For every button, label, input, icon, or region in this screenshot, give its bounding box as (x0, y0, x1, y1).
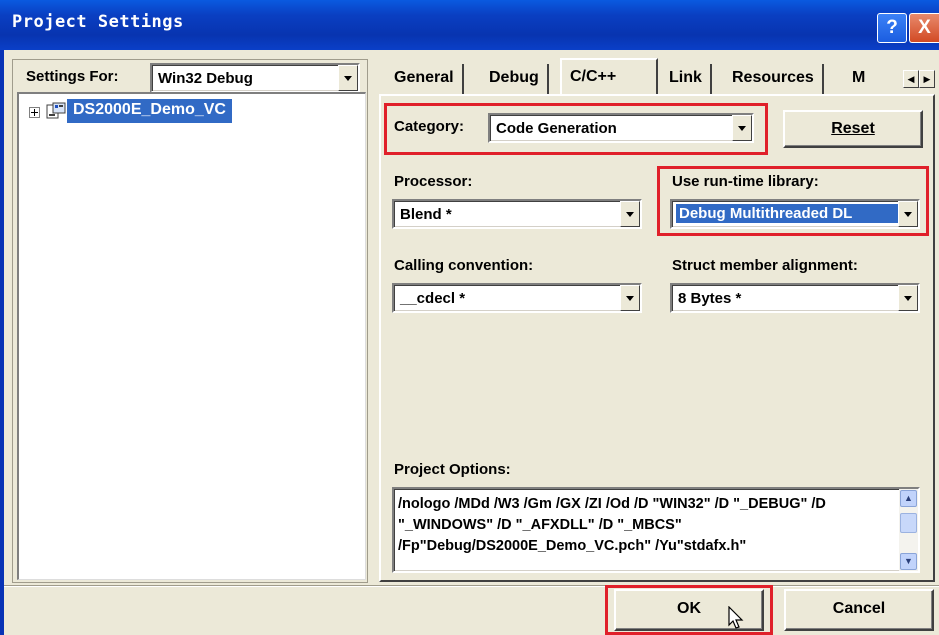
scroll-thumb[interactable] (900, 513, 917, 533)
project-options-text: /nologo /MDd /W3 /Gm /GX /ZI /Od /D "WIN… (398, 496, 830, 554)
tab-more[interactable]: M (848, 64, 876, 96)
tab-c-cpp[interactable]: C/C++ (560, 58, 658, 96)
tab-scroll-right-icon[interactable]: ▶ (919, 70, 935, 88)
calling-convention-value: __cdecl * (400, 290, 466, 307)
mouse-cursor-icon (728, 606, 744, 629)
category-combo[interactable]: Code Generation (488, 113, 754, 143)
cancel-button[interactable]: Cancel (784, 589, 934, 631)
chevron-down-icon[interactable] (620, 201, 640, 227)
bottom-separator (4, 585, 939, 587)
window-title: Project Settings (12, 12, 184, 32)
struct-alignment-value: 8 Bytes * (678, 290, 742, 307)
category-label: Category: (394, 118, 465, 135)
calling-convention-label: Calling convention: (394, 257, 534, 274)
help-button[interactable]: ? (877, 13, 907, 43)
tab-resources[interactable]: Resources (724, 64, 824, 96)
settings-for-value: Win32 Debug (158, 70, 253, 87)
window-frame (0, 50, 4, 635)
runtime-library-label: Use run-time library: (672, 173, 819, 190)
chevron-down-icon[interactable] (898, 285, 918, 311)
project-icon (46, 102, 66, 119)
options-scrollbar[interactable]: ▲ ▼ (899, 489, 918, 571)
processor-combo[interactable]: Blend * (392, 199, 642, 229)
tab-general[interactable]: General (386, 64, 464, 96)
title-bar: Project Settings ? X (0, 0, 939, 50)
chevron-down-icon[interactable] (732, 115, 752, 141)
expand-icon[interactable] (29, 107, 40, 118)
reset-button[interactable]: Reset (783, 110, 923, 148)
project-tree[interactable]: DS2000E_Demo_VC (17, 92, 366, 580)
settings-for-label: Settings For: (26, 68, 119, 85)
struct-alignment-combo[interactable]: 8 Bytes * (670, 283, 920, 313)
processor-value: Blend * (400, 206, 452, 223)
project-options-textarea[interactable]: /nologo /MDd /W3 /Gm /GX /ZI /Od /D "WIN… (392, 487, 920, 573)
runtime-library-value: Debug Multithreaded DL (676, 204, 898, 223)
close-button[interactable]: X (909, 13, 939, 43)
tab-scroll-left-icon[interactable]: ◀ (903, 70, 919, 88)
settings-for-combo[interactable]: Win32 Debug (150, 63, 360, 93)
chevron-down-icon[interactable] (620, 285, 640, 311)
processor-label: Processor: (394, 173, 473, 190)
scroll-up-icon[interactable]: ▲ (900, 490, 917, 507)
project-options-label: Project Options: (394, 461, 511, 478)
chevron-down-icon[interactable] (338, 65, 358, 91)
ok-button-label: OK (677, 600, 701, 617)
tab-debug[interactable]: Debug (481, 64, 549, 96)
calling-convention-combo[interactable]: __cdecl * (392, 283, 642, 313)
category-value: Code Generation (496, 120, 617, 137)
scroll-down-icon[interactable]: ▼ (900, 553, 917, 570)
runtime-library-combo[interactable]: Debug Multithreaded DL (670, 199, 920, 229)
struct-alignment-label: Struct member alignment: (672, 257, 858, 274)
tree-item-project[interactable]: DS2000E_Demo_VC (67, 99, 232, 123)
cancel-button-label: Cancel (832, 600, 886, 617)
reset-button-label: Reset (831, 120, 875, 137)
chevron-down-icon[interactable] (898, 201, 918, 227)
tab-link[interactable]: Link (661, 64, 712, 96)
